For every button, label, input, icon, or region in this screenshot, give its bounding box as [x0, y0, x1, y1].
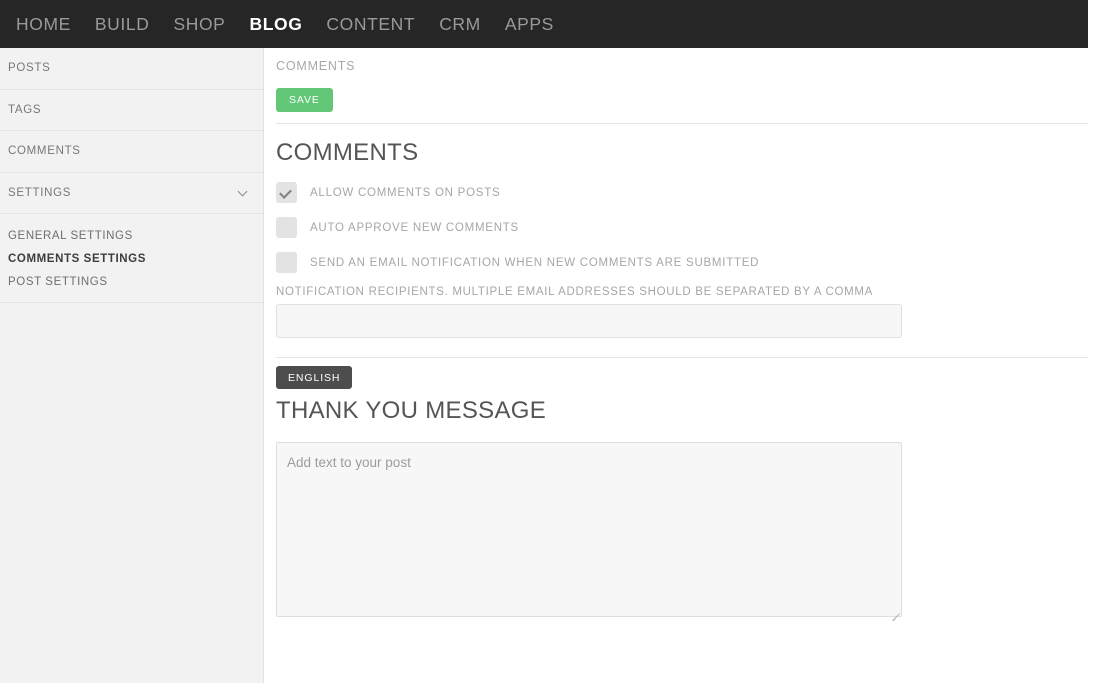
sidebar-item-posts[interactable]: POSTS [0, 48, 263, 90]
checkbox-send-email-notification[interactable] [276, 252, 297, 273]
sidebar-item-comments[interactable]: COMMENTS [0, 131, 263, 173]
sidebar-item-settings[interactable]: SETTINGS [0, 172, 263, 214]
comments-section-title: COMMENTS [276, 139, 419, 166]
chevron-down-icon [238, 187, 249, 198]
sidebar-settings-submenu: GENERAL SETTINGS COMMENTS SETTINGS POST … [0, 214, 263, 303]
sidebar: POSTS TAGS COMMENTS SETTINGS GENERAL SET… [0, 48, 264, 683]
topnav-item-content[interactable]: CONTENT [314, 0, 427, 48]
breadcrumb: COMMENTS [276, 59, 356, 73]
checkbox-label: SEND AN EMAIL NOTIFICATION WHEN NEW COMM… [310, 256, 760, 269]
sidebar-item-label: POSTS [8, 62, 51, 75]
save-button[interactable]: SAVE [276, 88, 333, 112]
checkbox-label: ALLOW COMMENTS ON POSTS [310, 186, 501, 199]
sidebar-subitem-general-settings[interactable]: GENERAL SETTINGS [0, 224, 263, 247]
thank-you-message-textarea[interactable] [276, 442, 902, 617]
sidebar-subitem-post-settings[interactable]: POST SETTINGS [0, 270, 263, 293]
thank-you-message-wrapper [276, 442, 902, 622]
divider-top [276, 123, 1088, 124]
checkbox-label: AUTO APPROVE NEW COMMENTS [310, 221, 519, 234]
sidebar-item-tags[interactable]: TAGS [0, 89, 263, 131]
topnav-item-home[interactable]: HOME [4, 0, 83, 48]
top-navigation-bar: HOME BUILD SHOP BLOG CONTENT CRM APPS [0, 0, 1088, 48]
divider-bottom [276, 357, 1088, 358]
topnav-item-shop[interactable]: SHOP [161, 0, 237, 48]
main-content: COMMENTS SAVE COMMENTS ALLOW COMMENTS ON… [264, 48, 1094, 683]
checkbox-row-allow-comments-on-posts[interactable]: ALLOW COMMENTS ON POSTS [276, 182, 500, 203]
notification-recipients-input[interactable] [276, 304, 902, 338]
topnav-item-build[interactable]: BUILD [83, 0, 162, 48]
sidebar-subitem-comments-settings[interactable]: COMMENTS SETTINGS [0, 247, 263, 270]
notification-recipients-label: NOTIFICATION RECIPIENTS. MULTIPLE EMAIL … [276, 286, 874, 298]
topnav-right-filler [1088, 0, 1094, 48]
sidebar-item-label: TAGS [8, 103, 42, 116]
checkbox-row-send-email-notification[interactable]: SEND AN EMAIL NOTIFICATION WHEN NEW COMM… [276, 252, 759, 273]
thank-you-message-section-title: THANK YOU MESSAGE [276, 397, 547, 424]
language-tab-english[interactable]: ENGLISH [276, 366, 353, 389]
topnav-item-blog[interactable]: BLOG [237, 0, 314, 48]
topnav-item-apps[interactable]: APPS [493, 0, 566, 48]
checkbox-allow-comments-on-posts[interactable] [276, 182, 297, 203]
sidebar-item-label: COMMENTS [8, 145, 81, 158]
checkbox-auto-approve-new-comments[interactable] [276, 217, 297, 238]
sidebar-item-label: SETTINGS [8, 186, 72, 199]
topnav-item-crm[interactable]: CRM [427, 0, 493, 48]
checkbox-row-auto-approve-new-comments[interactable]: AUTO APPROVE NEW COMMENTS [276, 217, 519, 238]
